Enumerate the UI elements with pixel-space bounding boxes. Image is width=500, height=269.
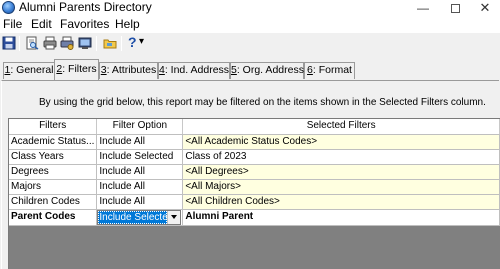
minimize-icon: — [417, 1, 429, 15]
menu-edit[interactable]: Edit [31, 17, 52, 31]
minimize-button[interactable]: — [408, 0, 438, 16]
print-icon[interactable] [43, 36, 57, 50]
instruction-text: By using the grid below, this report may… [39, 97, 486, 108]
print-preview-icon[interactable] [25, 36, 39, 50]
close-icon: ✕ [479, 0, 491, 15]
close-button[interactable]: ✕ [470, 0, 500, 16]
folder-icon[interactable] [103, 36, 117, 50]
filter-option-cell[interactable]: Include All [96, 194, 184, 210]
dropdown-arrow-icon[interactable]: ▾ [139, 36, 144, 47]
filters-grid[interactable]: Filters Filter Option Selected Filters A… [8, 118, 500, 269]
toolbar-separator [19, 36, 20, 51]
filter-option-cell[interactable]: Include All [96, 179, 184, 195]
tab-strip: 1: General 2: Filters 3: Attributes 4: I… [0, 59, 500, 81]
header-filters[interactable]: Filters [9, 119, 98, 135]
chevron-down-icon[interactable] [167, 210, 181, 224]
maximize-icon [450, 3, 460, 13]
tab-filters[interactable]: 2: Filters [54, 59, 99, 80]
export-icon[interactable] [78, 36, 92, 50]
tab-format[interactable]: 6: Format [304, 62, 355, 79]
save-icon[interactable] [2, 36, 16, 50]
tab-attributes[interactable]: 3: Attributes [99, 62, 158, 79]
filter-name-cell[interactable]: Parent Codes [9, 209, 98, 226]
help-icon[interactable]: ? [128, 34, 137, 50]
table-row[interactable]: Majors Include All <All Majors> [9, 179, 500, 195]
maximize-button[interactable] [440, 0, 470, 16]
table-row[interactable]: Degrees Include All <All Degrees> [9, 164, 500, 180]
title-bar: Alumni Parents Directory — ✕ [0, 0, 500, 16]
filter-option-cell[interactable]: Include All [96, 134, 184, 150]
selected-filters-cell[interactable]: Class of 2023 [182, 149, 500, 165]
grid-header-row: Filters Filter Option Selected Filters [9, 119, 500, 135]
header-selected-filters[interactable]: Selected Filters [182, 119, 500, 135]
filter-option-cell[interactable]: Include Selected [96, 149, 184, 165]
table-row-current[interactable]: Parent Codes Include Selecte Alumni Pare… [9, 209, 500, 226]
filter-name-cell[interactable]: Majors [9, 179, 98, 195]
menu-favorites[interactable]: Favorites [60, 17, 109, 31]
tab-ind-address[interactable]: 4: Ind. Address [158, 62, 230, 79]
tab-general[interactable]: 1: General [3, 62, 55, 79]
toolbar-separator [121, 36, 122, 51]
toolbar-separator [96, 36, 97, 51]
table-row[interactable]: Children Codes Include All <All Children… [9, 194, 500, 210]
menu-help[interactable]: Help [115, 17, 140, 31]
toolbar: ? ▾ [0, 33, 500, 53]
selected-filters-cell[interactable]: <All Academic Status Codes> [182, 134, 500, 150]
selected-filters-cell[interactable]: <All Majors> [182, 179, 500, 195]
table-row[interactable]: Class Years Include Selected Class of 20… [9, 149, 500, 165]
filter-option-cell[interactable]: Include All [96, 164, 184, 180]
filter-option-dropdown[interactable]: Include Selecte [97, 209, 182, 224]
selected-filters-cell[interactable]: <All Children Codes> [182, 194, 500, 210]
window-title: Alumni Parents Directory [19, 0, 152, 14]
menu-bar: File Edit Favorites Help [0, 16, 500, 33]
filter-name-cell[interactable]: Class Years [9, 149, 98, 165]
print-setup-icon[interactable] [60, 36, 74, 50]
app-globe-icon [2, 1, 15, 14]
tab-org-address[interactable]: 5: Org. Address [230, 62, 304, 79]
selected-filters-cell[interactable]: <All Degrees> [182, 164, 500, 180]
menu-file[interactable]: File [3, 17, 22, 31]
table-row[interactable]: Academic Status... Include All <All Acad… [9, 134, 500, 150]
filter-option-dropdown-value[interactable]: Include Selecte [98, 210, 168, 224]
filter-name-cell[interactable]: Children Codes [9, 194, 98, 210]
filter-option-cell: Include Selecte [96, 209, 184, 226]
header-filter-option[interactable]: Filter Option [96, 119, 184, 135]
filter-name-cell[interactable]: Academic Status... [9, 134, 98, 150]
selected-filters-cell[interactable]: Alumni Parent [182, 209, 500, 226]
filter-name-cell[interactable]: Degrees [9, 164, 98, 180]
